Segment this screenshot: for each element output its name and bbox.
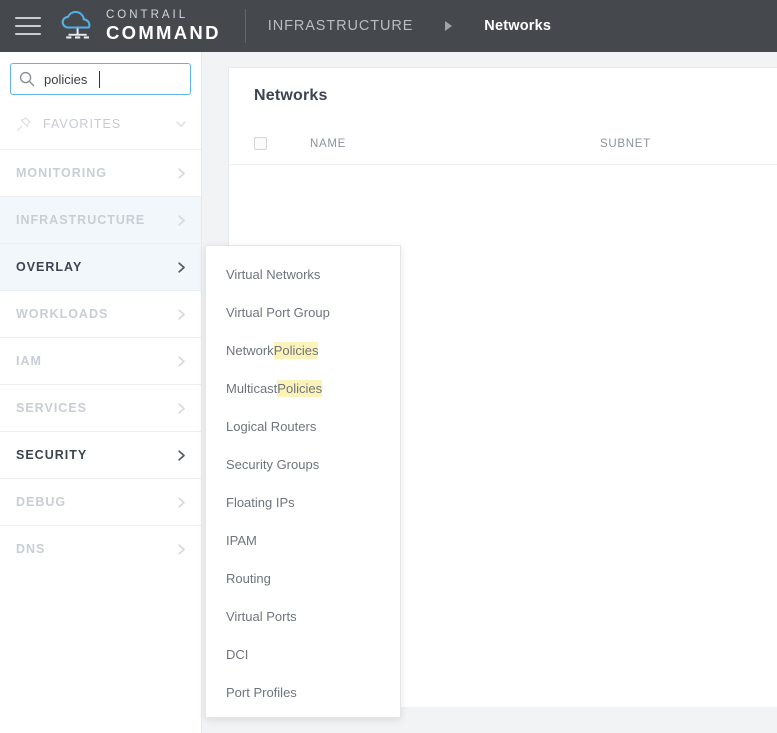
flyout-item-routing[interactable]: Routing [206,559,400,597]
brand-logo-text: CONTRAIL COMMAND [106,10,221,42]
chevron-right-icon [175,167,188,180]
flyout-item-security-groups[interactable]: Security Groups [206,445,400,483]
sidebar-item-workloads[interactable]: WORKLOADS [0,290,201,337]
flyout-item-virtual-networks[interactable]: Virtual Networks [206,255,400,293]
flyout-item-network-policies[interactable]: Network Policies [206,331,400,369]
sidebar-item-services[interactable]: SERVICES [0,384,201,431]
app-root: CONTRAIL COMMAND INFRASTRUCTURE Networks [0,0,777,733]
overlay-submenu-flyout: Virtual NetworksVirtual Port GroupNetwor… [205,245,401,718]
sidebar-search-container [0,52,201,95]
sidebar-item-label: INFRASTRUCTURE [16,213,175,227]
flyout-item-virtual-port-group[interactable]: Virtual Port Group [206,293,400,331]
sidebar-item-label: DEBUG [16,495,175,509]
sidebar-item-dns[interactable]: DNS [0,525,201,572]
chevron-right-icon [175,496,188,509]
sidebar-item-label: OVERLAY [16,260,175,274]
search-icon [19,71,35,87]
text-cursor [99,71,100,88]
sidebar-item-debug[interactable]: DEBUG [0,478,201,525]
chevron-right-icon [175,449,188,462]
flyout-item-floating-ips[interactable]: Floating IPs [206,483,400,521]
sidebar-item-infrastructure[interactable]: INFRASTRUCTURE [0,196,201,243]
hamburger-menu-icon[interactable] [15,17,41,35]
sidebar-item-iam[interactable]: IAM [0,337,201,384]
select-all-checkbox[interactable] [254,137,267,150]
sidebar-item-label: SERVICES [16,401,175,415]
flyout-item-port-profiles[interactable]: Port Profiles [206,673,400,711]
contrail-cloud-logo-icon [59,11,97,41]
search-match-highlight: Policies [277,380,322,397]
sidebar-item-label: SECURITY [16,448,175,462]
favorites-label: FAVORITES [43,117,174,131]
sidebar-item-label: IAM [16,354,175,368]
topbar-divider [245,9,246,43]
search-box[interactable] [10,63,191,95]
flyout-item-virtual-ports[interactable]: Virtual Ports [206,597,400,635]
chevron-right-icon [175,402,188,415]
search-input[interactable] [35,65,224,93]
brand-line-contrail: CONTRAIL [106,10,221,22]
flyout-item-label-prefix: Multicast [226,381,277,396]
sidebar-item-security[interactable]: SECURITY [0,431,201,478]
sidebar-item-overlay[interactable]: OVERLAY [0,243,201,290]
sidebar-item-label: DNS [16,542,175,556]
chevron-right-icon [175,214,188,227]
chevron-right-icon [175,261,188,274]
column-header-subnet[interactable]: SUBNET [600,138,651,150]
breadcrumb: INFRASTRUCTURE Networks [268,18,551,34]
brand-logo[interactable]: CONTRAIL COMMAND [59,10,221,42]
search-match-highlight: Policies [274,342,319,359]
column-header-name[interactable]: NAME [310,138,600,150]
select-all-checkbox-cell [254,137,310,150]
chevron-right-icon [175,308,188,321]
breadcrumb-current-page: Networks [484,18,551,34]
chevron-right-icon [175,355,188,368]
pin-icon [16,116,32,132]
flyout-item-label-prefix: Network [226,343,274,358]
sidebar-item-label: WORKLOADS [16,307,175,321]
chevron-down-icon[interactable] [174,117,188,131]
flyout-item-ipam[interactable]: IPAM [206,521,400,559]
flyout-item-multicast-policies[interactable]: Multicast Policies [206,369,400,407]
sidebar-item-monitoring[interactable]: MONITORING [0,149,201,196]
top-navigation-bar: CONTRAIL COMMAND INFRASTRUCTURE Networks [0,0,777,52]
sidebar-item-label: MONITORING [16,166,175,180]
table-header-row: NAME SUBNET [229,123,777,165]
brand-line-command: COMMAND [106,24,221,43]
hamburger-bar [15,17,41,19]
flyout-item-dci[interactable]: DCI [206,635,400,673]
page-title: Networks [229,68,777,105]
hamburger-bar [15,33,41,35]
chevron-right-icon [175,543,188,556]
flyout-item-logical-routers[interactable]: Logical Routers [206,407,400,445]
sidebar-favorites-section[interactable]: FAVORITES [0,105,201,143]
sidebar: FAVORITES MONITORING INFRASTRUCTURE OVERLA… [0,52,202,733]
caret-right-icon [445,21,452,31]
sidebar-nav-list: MONITORING INFRASTRUCTURE OVERLAY WORKLOADS… [0,149,201,572]
hamburger-bar [15,25,41,27]
breadcrumb-root-link[interactable]: INFRASTRUCTURE [268,18,414,34]
